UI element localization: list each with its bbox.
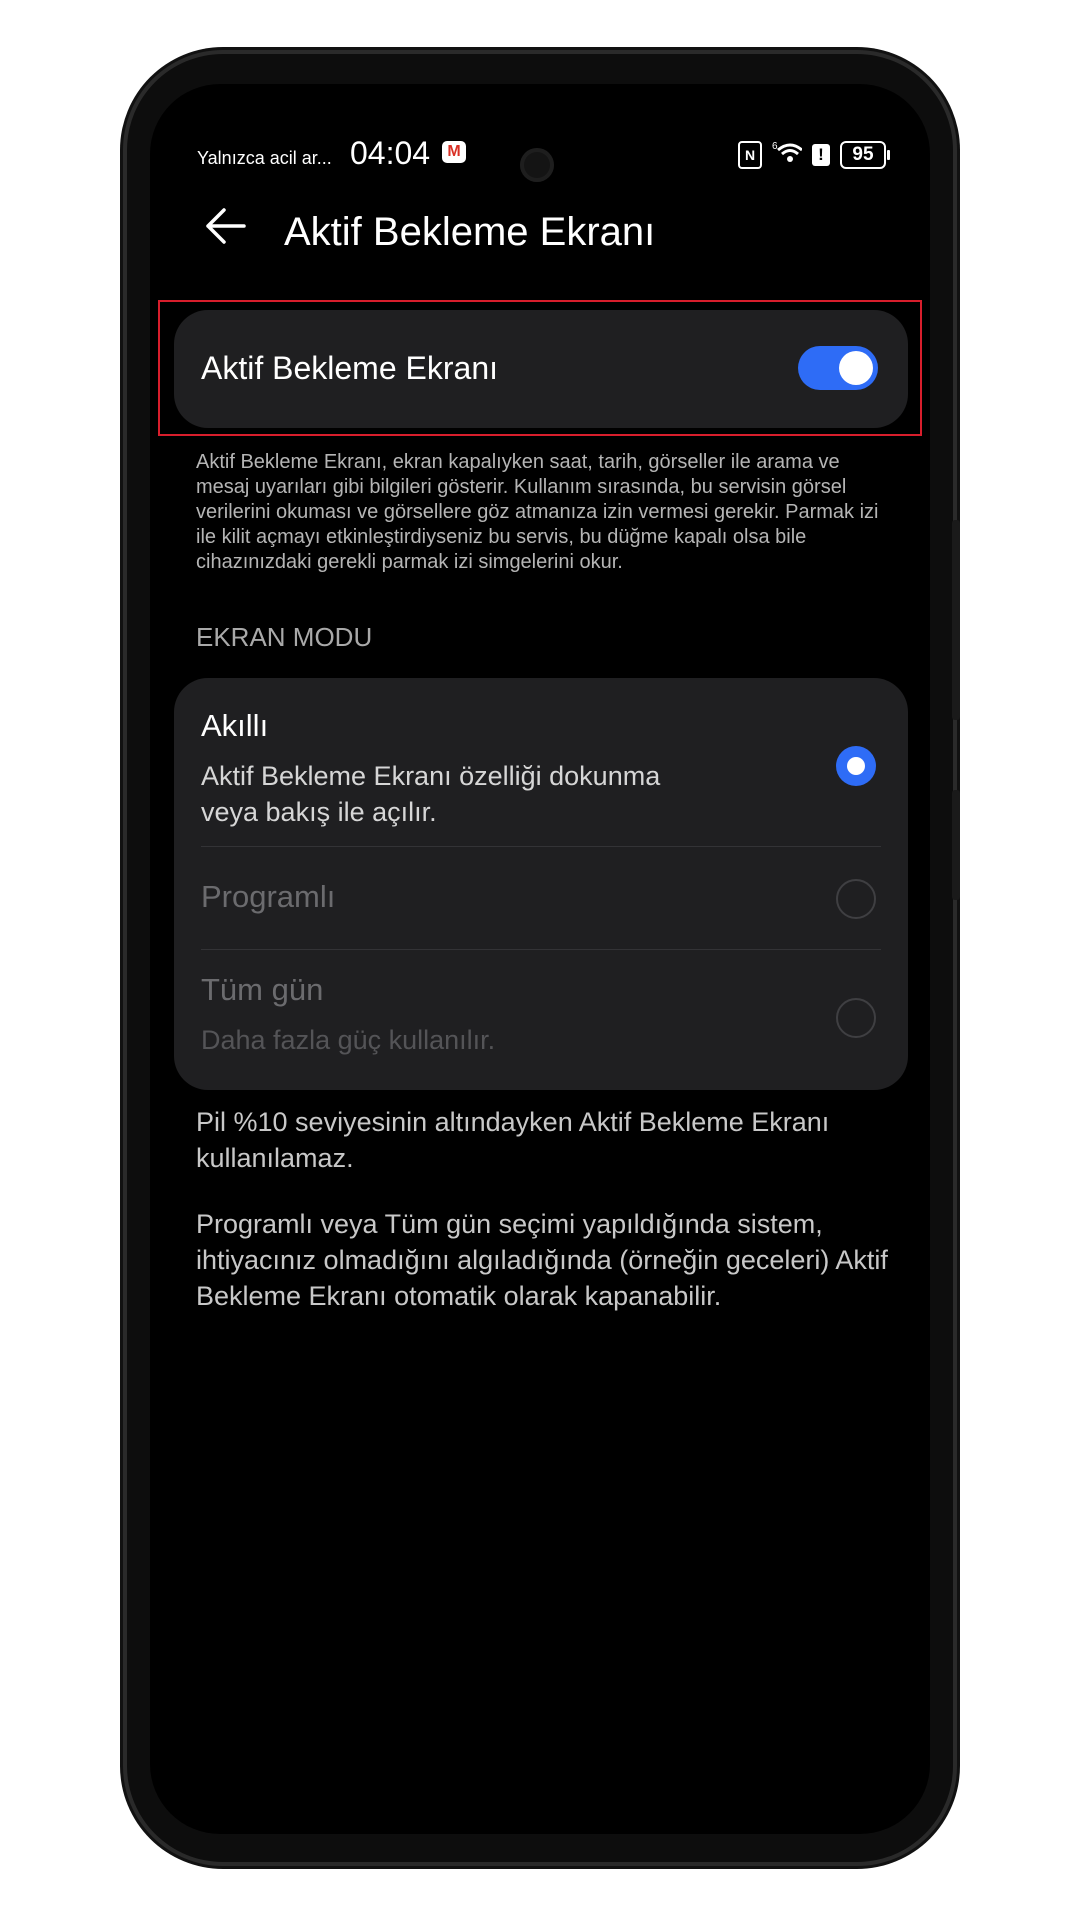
alert-icon: ! [812, 144, 830, 166]
status-bar: Yalnızca acil ar... 04:04 M N 6 ! 95 [150, 118, 930, 188]
section-header-screen-mode: EKRAN MODU [196, 622, 373, 652]
status-icons: N 6 ! 95 [738, 140, 890, 170]
description-text: Aktif Bekleme Ekranı, ekran kapalıyken s… [196, 451, 879, 573]
radio-tum-gun[interactable] [836, 998, 876, 1038]
battery-level: 95 [852, 144, 874, 165]
battery-icon: 95 [840, 141, 890, 169]
nfc-icon: N [738, 141, 762, 169]
power-button [952, 790, 960, 900]
option-programli[interactable]: Programlı [174, 847, 908, 949]
option-title: Tüm gün [201, 972, 324, 1007]
option-title: Akıllı [201, 708, 269, 743]
screen-mode-card: Akıllı Aktif Bekleme Ekranı özelliği dok… [174, 678, 908, 1090]
highlight-box [158, 300, 922, 436]
arrow-left-icon [206, 208, 246, 244]
radio-akilli[interactable] [836, 746, 876, 786]
page-title: Aktif Bekleme Ekranı [284, 210, 656, 254]
screen: Yalnızca acil ar... 04:04 M N 6 ! 95 Akt… [150, 84, 930, 1834]
signal-label: 6 [772, 141, 778, 152]
front-camera [520, 148, 554, 182]
option-akilli[interactable]: Akıllı Aktif Bekleme Ekranı özelliği dok… [174, 678, 908, 846]
option-subtitle: Daha fazla güç kullanılır. [201, 1025, 496, 1055]
option-title: Programlı [201, 879, 336, 914]
wifi-icon: 6 [772, 140, 803, 170]
gmail-icon: M [442, 141, 466, 163]
option-tum-gun[interactable]: Tüm gün Daha fazla güç kullanılır. [174, 950, 908, 1090]
back-button[interactable] [200, 200, 252, 252]
carrier-text: Yalnızca acil ar... [197, 148, 332, 168]
radio-programli[interactable] [836, 879, 876, 919]
battery-note: Pil %10 seviyesinin altındayken Aktif Be… [196, 1107, 830, 1173]
volume-button [952, 520, 960, 720]
clock: 04:04 [350, 135, 431, 171]
schedule-note: Programlı veya Tüm gün seçimi yapıldığın… [196, 1209, 888, 1311]
option-subtitle: Aktif Bekleme Ekranı özelliği dokunma ve… [201, 761, 661, 827]
